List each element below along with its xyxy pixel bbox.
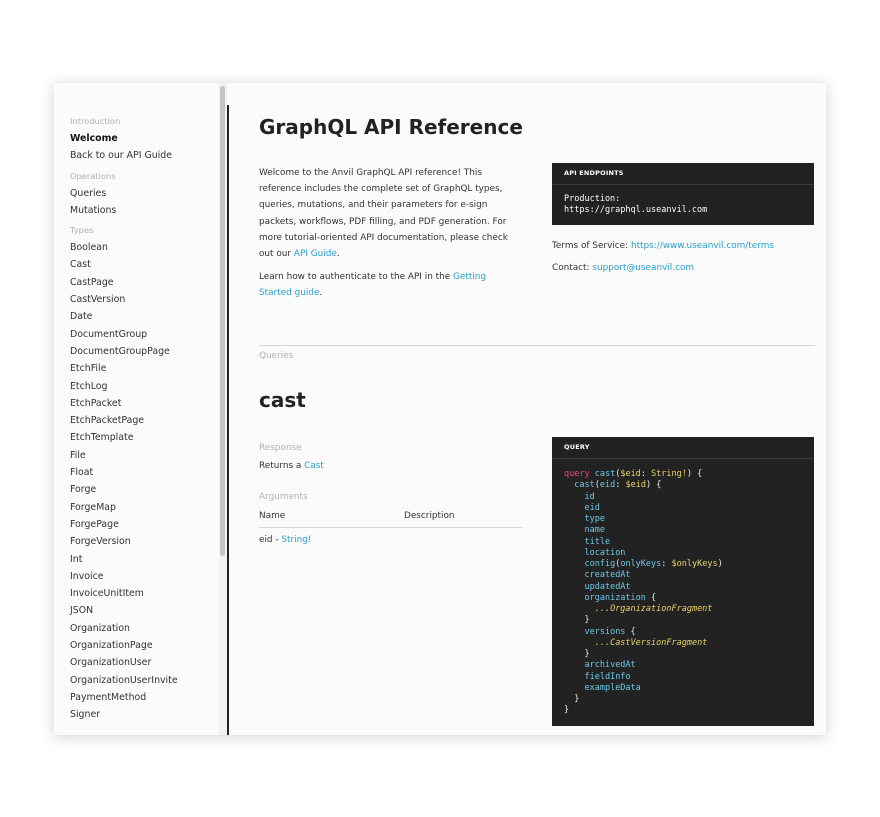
cast-section-title: cast	[259, 388, 306, 412]
main-content: GraphQL API Reference Welcome to the Anv…	[229, 83, 826, 735]
sidebar-item-forgemap[interactable]: ForgeMap	[70, 499, 220, 516]
argument-row: eid - String!	[259, 535, 311, 545]
sidebar-item-back-to-our-api-guide[interactable]: Back to our API Guide	[70, 147, 220, 164]
sidebar-item-float[interactable]: Float	[70, 464, 220, 481]
sidebar-item-etchpacket[interactable]: EtchPacket	[70, 395, 220, 412]
sidebar-item-forgepage[interactable]: ForgePage	[70, 516, 220, 533]
response-label: Response	[259, 443, 302, 453]
sidebar-item-castversion[interactable]: CastVersion	[70, 291, 220, 308]
auth-paragraph: Learn how to authenticate to the API in …	[259, 269, 521, 301]
sidebar-item-mutations[interactable]: Mutations	[70, 202, 220, 219]
contact-label: Contact:	[552, 263, 593, 273]
sidebar-item-organizationpage[interactable]: OrganizationPage	[70, 637, 220, 654]
sidebar-section-operations: Operations	[70, 170, 116, 181]
query-header: QUERY	[552, 437, 814, 459]
queries-group-label: Queries	[259, 351, 294, 361]
sidebar-item-organizationuser[interactable]: OrganizationUser	[70, 654, 220, 671]
sidebar-item-paymentmethod[interactable]: PaymentMethod	[70, 689, 220, 706]
sidebar-item-etchlog[interactable]: EtchLog	[70, 378, 220, 395]
sidebar: Introduction Welcome Back to our API Guide…	[54, 83, 220, 735]
intro-text-2: Learn how to authenticate to the API in …	[259, 272, 454, 283]
production-label: Production:	[564, 194, 621, 204]
sidebar-item-date[interactable]: Date	[70, 308, 220, 325]
sidebar-item-queries[interactable]: Queries	[70, 185, 220, 202]
sidebar-item-invoice[interactable]: Invoice	[70, 568, 220, 585]
sidebar-item-int[interactable]: Int	[70, 551, 220, 568]
sidebar-item-invoiceunititem[interactable]: InvoiceUnitItem	[70, 585, 220, 602]
cast-type-link[interactable]: Cast	[304, 461, 324, 471]
contact-email-link[interactable]: support@useanvil.com	[592, 263, 694, 273]
args-column-description: Description	[404, 511, 455, 521]
terms-of-service: Terms of Service: https://www.useanvil.c…	[552, 241, 774, 251]
arguments-label: Arguments	[259, 492, 308, 502]
api-endpoints-box: API ENDPOINTS Production: https://graphq…	[552, 163, 814, 225]
api-endpoints-header: API ENDPOINTS	[552, 163, 814, 185]
docs-window: Introduction Welcome Back to our API Guide…	[54, 83, 826, 735]
sidebar-item-documentgrouppage[interactable]: DocumentGroupPage	[70, 343, 220, 360]
intro-text-1-end: .	[336, 249, 340, 260]
sidebar-section-types: Types	[70, 225, 94, 236]
production-url[interactable]: https://graphql.useanvil.com	[564, 205, 707, 215]
sidebar-item-organization[interactable]: Organization	[70, 620, 220, 637]
sidebar-item-signer[interactable]: Signer	[70, 706, 220, 723]
page-title: GraphQL API Reference	[259, 115, 523, 139]
returns-line: Returns a Cast	[259, 461, 324, 471]
sidebar-item-etchfile[interactable]: EtchFile	[70, 360, 220, 377]
sidebar-item-etchpacketpage[interactable]: EtchPacketPage	[70, 412, 220, 429]
query-example-box: QUERY query cast($eid: String!) { cast(e…	[552, 437, 814, 726]
sidebar-item-forge[interactable]: Forge	[70, 481, 220, 498]
intro-paragraph: Welcome to the Anvil GraphQL API referen…	[259, 165, 521, 262]
sidebar-item-forgeversion[interactable]: ForgeVersion	[70, 533, 220, 550]
argument-name: eid	[259, 535, 273, 545]
terms-link[interactable]: https://www.useanvil.com/terms	[631, 241, 774, 251]
intro-text-1: Welcome to the Anvil GraphQL API referen…	[259, 168, 508, 260]
query-code: query cast($eid: String!) { cast(eid: $e…	[564, 469, 723, 716]
api-endpoints-body: Production: https://graphql.useanvil.com	[552, 185, 814, 225]
intro-text: Welcome to the Anvil GraphQL API referen…	[259, 165, 521, 309]
sidebar-item-cast[interactable]: Cast	[70, 256, 220, 273]
sidebar-item-organizationuserinvite[interactable]: OrganizationUserInvite	[70, 672, 220, 689]
sidebar-item-etchtemplate[interactable]: EtchTemplate	[70, 429, 220, 446]
intro-text-2-end: .	[319, 288, 323, 299]
sidebar-nav: Introduction Welcome Back to our API Guide…	[70, 113, 220, 724]
contact: Contact: support@useanvil.com	[552, 263, 694, 273]
returns-text: Returns a	[259, 461, 305, 471]
sidebar-item-boolean[interactable]: Boolean	[70, 239, 220, 256]
sidebar-item-file[interactable]: File	[70, 447, 220, 464]
sidebar-item-castpage[interactable]: CastPage	[70, 274, 220, 291]
string-type-link[interactable]: String!	[281, 535, 311, 545]
sidebar-item-json[interactable]: JSON	[70, 602, 220, 619]
api-guide-link[interactable]: API Guide	[294, 249, 337, 259]
sidebar-section-introduction: Introduction	[70, 116, 121, 126]
sidebar-item-welcome[interactable]: Welcome	[70, 130, 220, 147]
args-column-name: Name	[259, 511, 286, 521]
args-header-rule	[259, 527, 522, 528]
sidebar-item-documentgroup[interactable]: DocumentGroup	[70, 326, 220, 343]
section-divider	[259, 345, 815, 346]
terms-label: Terms of Service:	[552, 241, 631, 251]
sidebar-scrollbar-thumb[interactable]	[220, 86, 225, 556]
